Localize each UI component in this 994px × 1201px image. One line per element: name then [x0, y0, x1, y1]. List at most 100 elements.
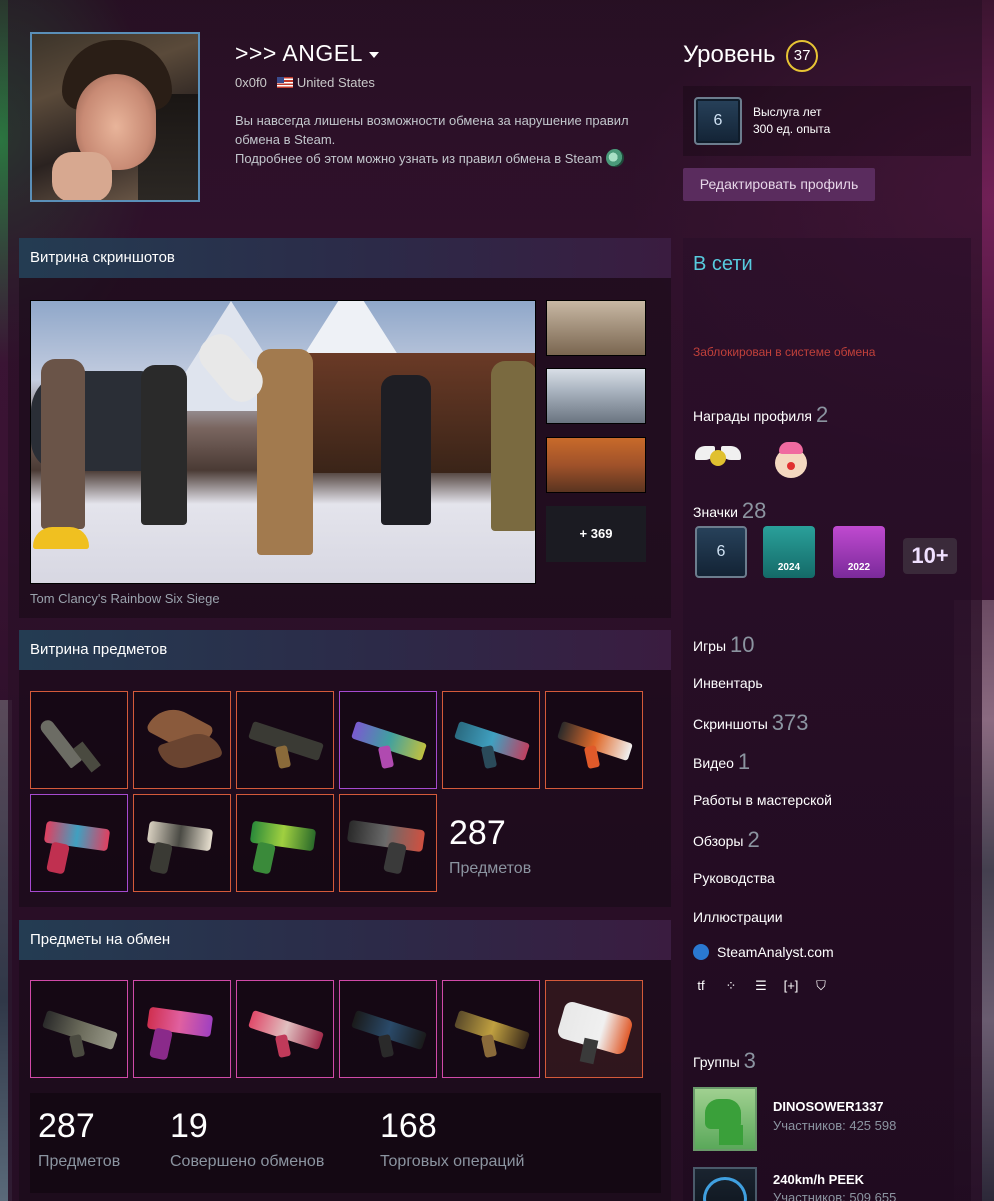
groups-label: Группы: [693, 1054, 740, 1070]
item-slot[interactable]: [133, 691, 231, 789]
stat-market-value: 168: [380, 1107, 437, 1145]
steamanalyst-icon: [693, 944, 709, 960]
group-name[interactable]: DINOSOWER1337: [773, 1099, 884, 1114]
profile-sidebar: В сети Заблокирован в системе обмена Наг…: [683, 238, 971, 1201]
screenshot-thumb-1[interactable]: [546, 300, 646, 356]
xp-badge-xp: 300 ед. опыта: [753, 122, 831, 136]
level-badge[interactable]: 37: [786, 40, 819, 72]
steam-emoticon-icon: [606, 149, 625, 167]
tf-icon[interactable]: tf: [693, 978, 709, 994]
item-slot[interactable]: [442, 691, 540, 789]
profile-awards-label: Награды профиля: [693, 408, 812, 424]
stat-market-label: Торговых операций: [380, 1153, 525, 1170]
item-showcase: Витрина предметов 287 Предметов: [19, 630, 671, 907]
sidebar-link-workshop[interactable]: Работы в мастерской: [693, 792, 832, 808]
item-slot[interactable]: [30, 794, 128, 892]
item-slot[interactable]: [339, 794, 437, 892]
knife-icon: [37, 717, 83, 769]
list-icon[interactable]: ☰: [753, 978, 769, 994]
item-slot[interactable]: [545, 691, 643, 789]
award-wings-icon[interactable]: [695, 440, 741, 480]
real-name: 0x0f0: [235, 75, 267, 90]
trade-item-slot[interactable]: [442, 980, 540, 1078]
item-slot[interactable]: [236, 794, 334, 892]
group-avatar-dinosower[interactable]: [693, 1087, 757, 1151]
sidebar-link-guides[interactable]: Руководства: [693, 870, 775, 886]
trade-showcase: Предметы на обмен 287 Предметов 19 Совер…: [19, 920, 671, 1201]
country: United States: [296, 75, 375, 90]
more-badges-button[interactable]: 10+: [903, 538, 957, 574]
level-label: Уровень: [683, 41, 776, 68]
speedometer-icon: [703, 1177, 747, 1201]
sidebar-link-artwork[interactable]: Иллюстрации: [693, 909, 783, 925]
item-slot[interactable]: [339, 691, 437, 789]
bracket-plus-icon[interactable]: [+]: [783, 978, 799, 994]
trade-item-slot[interactable]: [236, 980, 334, 1078]
profile-awards-link[interactable]: Награды профиля 2: [693, 402, 828, 428]
trade-item-slot[interactable]: [339, 980, 437, 1078]
years-of-service-badge-icon: 6: [694, 97, 742, 145]
avatar[interactable]: [30, 32, 200, 202]
group-avatar-240kmh[interactable]: [693, 1167, 757, 1201]
trade-item-slot[interactable]: [30, 980, 128, 1078]
shield-icon[interactable]: ⛉: [813, 978, 829, 994]
trade-stats: 287 Предметов 19 Совершено обменов 168 Т…: [30, 1093, 661, 1193]
group-members: Участников: 509 655: [773, 1190, 897, 1201]
years-badge-icon[interactable]: 6: [695, 526, 747, 578]
profile-subline: 0x0f0 United States: [235, 75, 375, 90]
sidebar-link-games[interactable]: Игры 10: [693, 632, 755, 658]
group-members: Участников: 425 598: [773, 1118, 897, 1133]
chevron-down-icon[interactable]: [368, 51, 379, 58]
stat-items-label: Предметов: [38, 1153, 121, 1170]
edit-profile-button[interactable]: Редактировать профиль: [683, 168, 875, 201]
screenshot-showcase: Витрина скриншотов + 369 Tom Clancy's Ra…: [19, 238, 671, 618]
dots-icon[interactable]: ⁘: [723, 978, 739, 994]
steam-2022-badge-icon[interactable]: 2022: [833, 526, 885, 578]
profile-summary: Вы навсегда лишены возможности обмена за…: [235, 111, 655, 168]
xp-box[interactable]: 6 Выслуга лет 300 ед. опыта: [683, 86, 971, 156]
stat-trades-value: 19: [170, 1107, 208, 1145]
items-count-label: Предметов: [449, 860, 532, 877]
screenshot-main[interactable]: [30, 300, 536, 584]
profile-page: >>> ANGEL 0x0f0 United States Вы навсегда…: [8, 0, 982, 1201]
us-flag-icon: [276, 77, 293, 88]
steamanalyst-link[interactable]: SteamAnalyst.com: [693, 944, 834, 960]
item-slot[interactable]: [133, 794, 231, 892]
summary-line-1: Вы навсегда лишены возможности обмена за…: [235, 113, 629, 147]
screenshot-thumb-2[interactable]: [546, 368, 646, 424]
summary-line-2[interactable]: Подробнее об этом можно узнать из правил…: [235, 151, 602, 166]
sidebar-link-screenshots[interactable]: Скриншоты 373: [693, 710, 808, 736]
more-screenshots-button[interactable]: + 369: [546, 506, 646, 562]
badges-label: Значки: [693, 504, 738, 520]
screenshot-thumb-3[interactable]: [546, 437, 646, 493]
level-header: Уровень 37: [683, 40, 819, 72]
persona-name[interactable]: >>> ANGEL: [235, 40, 379, 67]
sidebar-link-videos[interactable]: Видео 1: [693, 749, 750, 775]
stat-trades-label: Совершено обменов: [170, 1153, 325, 1170]
screenshot-game-caption[interactable]: Tom Clancy's Rainbow Six Siege: [30, 591, 220, 606]
sidebar-link-reviews[interactable]: Обзоры 2: [693, 827, 760, 853]
group-name[interactable]: 240km/h PEEK: [773, 1172, 864, 1187]
trade-showcase-title: Предметы на обмен: [19, 920, 671, 960]
profile-awards-count: 2: [815, 402, 829, 427]
xp-badge-name: Выслуга лет: [753, 105, 822, 119]
sidebar-link-inventory[interactable]: Инвентарь: [693, 675, 763, 691]
groups-count: 3: [743, 1048, 756, 1073]
persona-name-text: >>> ANGEL: [235, 40, 363, 66]
items-count: 287: [449, 814, 506, 852]
stat-items-value: 287: [38, 1107, 95, 1145]
award-clown-icon[interactable]: [767, 440, 813, 480]
steam-2024-badge-icon[interactable]: 2024: [763, 526, 815, 578]
extension-icons: tf ⁘ ☰ [+] ⛉: [693, 977, 843, 994]
badges-count: 28: [741, 498, 767, 523]
item-showcase-title: Витрина предметов: [19, 630, 671, 670]
trade-ban-notice: Заблокирован в системе обмена: [693, 345, 876, 359]
item-slot[interactable]: [236, 691, 334, 789]
trade-item-slot[interactable]: [133, 980, 231, 1078]
groups-link[interactable]: Группы 3: [693, 1048, 756, 1074]
screenshot-showcase-title: Витрина скриншотов: [19, 238, 671, 278]
online-status: В сети: [693, 253, 753, 275]
item-slot[interactable]: [30, 691, 128, 789]
trade-item-slot[interactable]: [545, 980, 643, 1078]
badges-link[interactable]: Значки 28: [693, 498, 766, 524]
